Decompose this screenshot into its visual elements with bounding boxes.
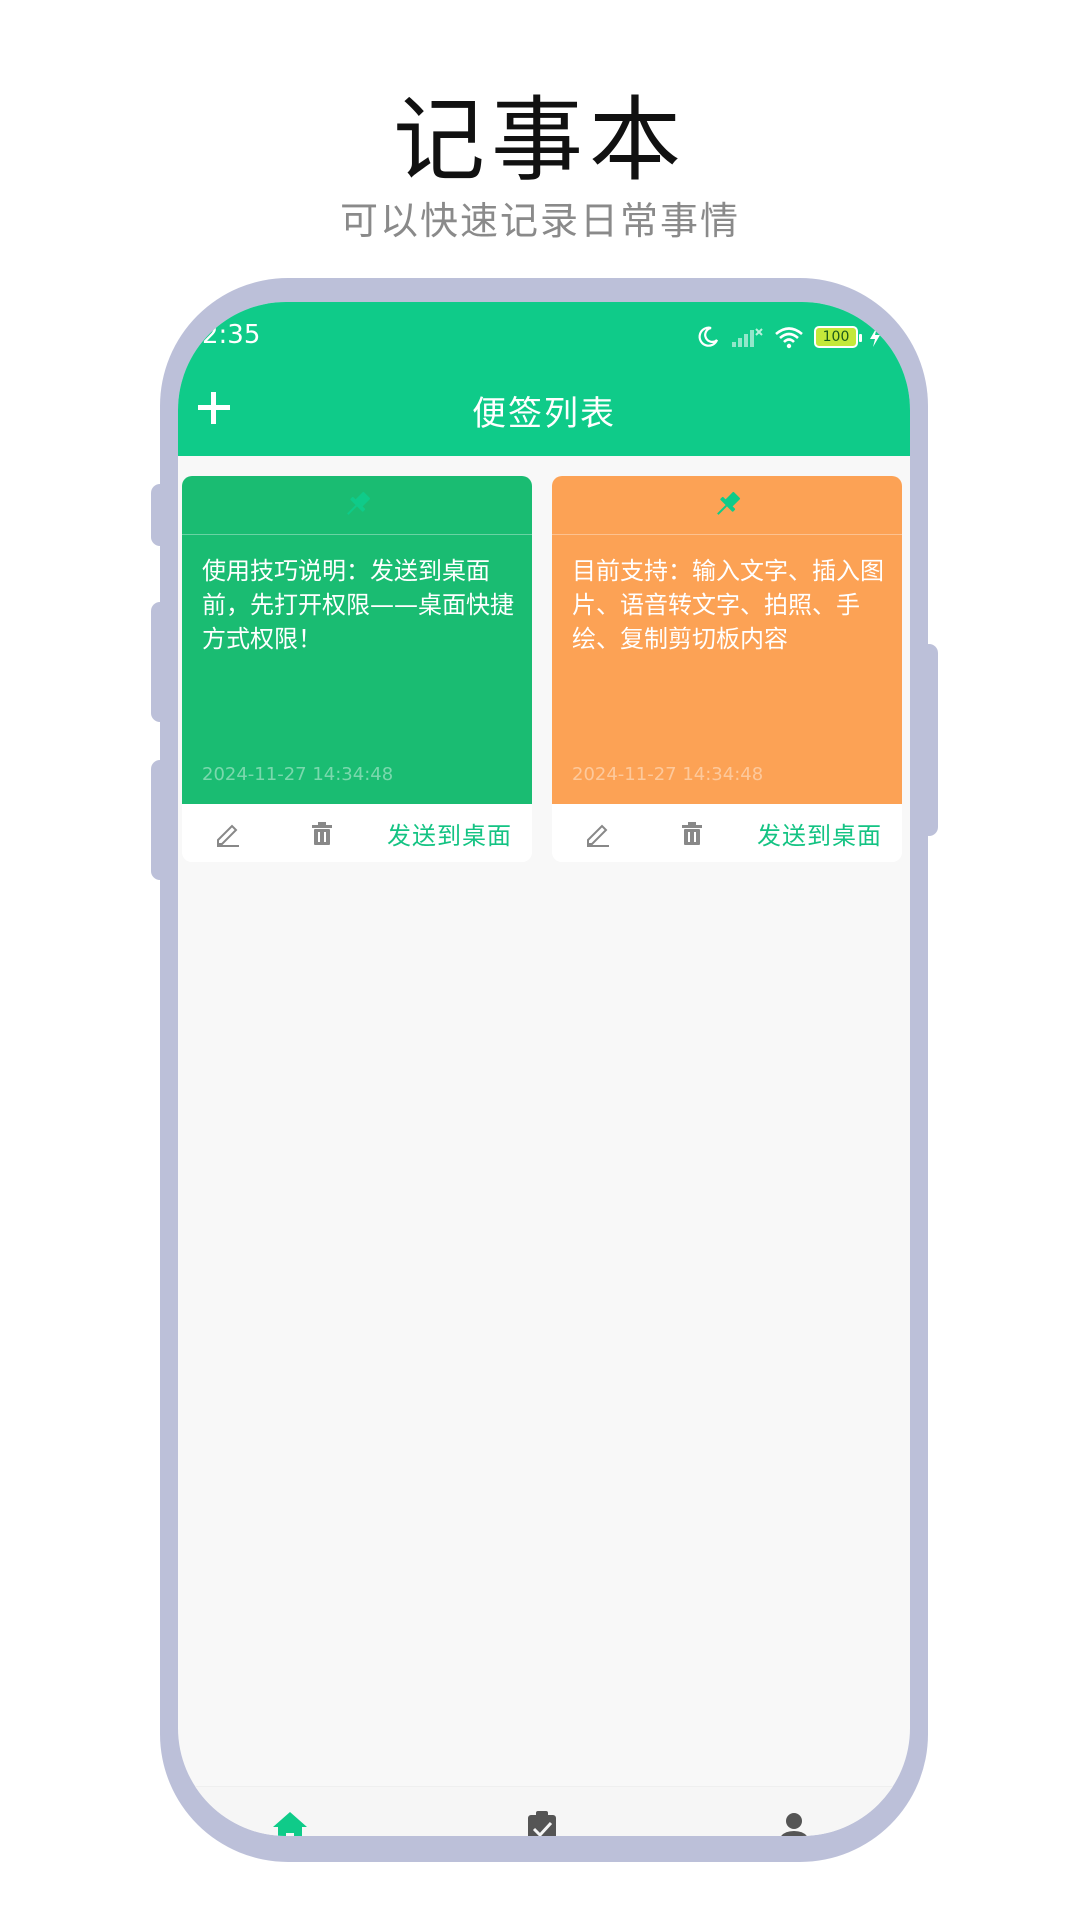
- home-icon[interactable]: [270, 1809, 310, 1836]
- note-text: 使用技巧说明：发送到桌面前，先打开权限——桌面快捷方式权限！: [202, 557, 514, 653]
- page-title: 便签列表: [472, 394, 616, 434]
- note-body[interactable]: 使用技巧说明：发送到桌面前，先打开权限——桌面快捷方式权限！ 2024-11-2…: [182, 476, 532, 804]
- charging-icon: [870, 327, 880, 347]
- moon-icon: [698, 326, 719, 347]
- status-icons: 100: [696, 322, 882, 352]
- battery-icon: 100: [814, 326, 862, 348]
- bottom-nav: [178, 1786, 910, 1836]
- promo-title: 记事本: [392, 87, 687, 194]
- wifi-icon: [775, 327, 803, 349]
- note-body[interactable]: 目前支持：输入文字、插入图片、语音转文字、拍照、手绘、复制剪切板内容 2024-…: [552, 476, 902, 804]
- note-date: 2024-11-27 14:34:48: [202, 764, 394, 785]
- pin-area[interactable]: [552, 476, 902, 534]
- app-header: 2:35 100 便签列表: [178, 302, 910, 456]
- trash-icon[interactable]: [308, 820, 336, 848]
- pushpin-icon[interactable]: [709, 487, 745, 523]
- divider: [182, 534, 532, 535]
- status-time: 2:35: [202, 320, 261, 350]
- pin-area[interactable]: [182, 476, 532, 534]
- note-date: 2024-11-27 14:34:48: [572, 764, 764, 785]
- note-actions: 发送到桌面: [182, 804, 532, 862]
- signal-icon: [732, 328, 763, 347]
- send-to-desktop-button[interactable]: 发送到桌面: [387, 816, 512, 851]
- phone-screen: 2:35 100 便签列表 使用技巧说明：发送到桌面前，先打开权限——桌面快捷方…: [178, 302, 910, 1836]
- note-text: 目前支持：输入文字、插入图片、语音转文字、拍照、手绘、复制剪切板内容: [572, 557, 884, 653]
- person-icon[interactable]: [774, 1809, 814, 1836]
- clipboard-check-icon[interactable]: [522, 1809, 562, 1836]
- note-actions: 发送到桌面: [552, 804, 902, 862]
- pushpin-icon[interactable]: [339, 487, 375, 523]
- trash-icon[interactable]: [678, 820, 706, 848]
- note-card[interactable]: 使用技巧说明：发送到桌面前，先打开权限——桌面快捷方式权限！ 2024-11-2…: [182, 476, 532, 862]
- pencil-icon[interactable]: [584, 820, 612, 848]
- pencil-icon[interactable]: [214, 820, 242, 848]
- note-card[interactable]: 目前支持：输入文字、插入图片、语音转文字、拍照、手绘、复制剪切板内容 2024-…: [552, 476, 902, 862]
- promo-subtitle: 可以快速记录日常事情: [339, 199, 740, 243]
- send-to-desktop-button[interactable]: 发送到桌面: [757, 816, 882, 851]
- divider: [552, 534, 902, 535]
